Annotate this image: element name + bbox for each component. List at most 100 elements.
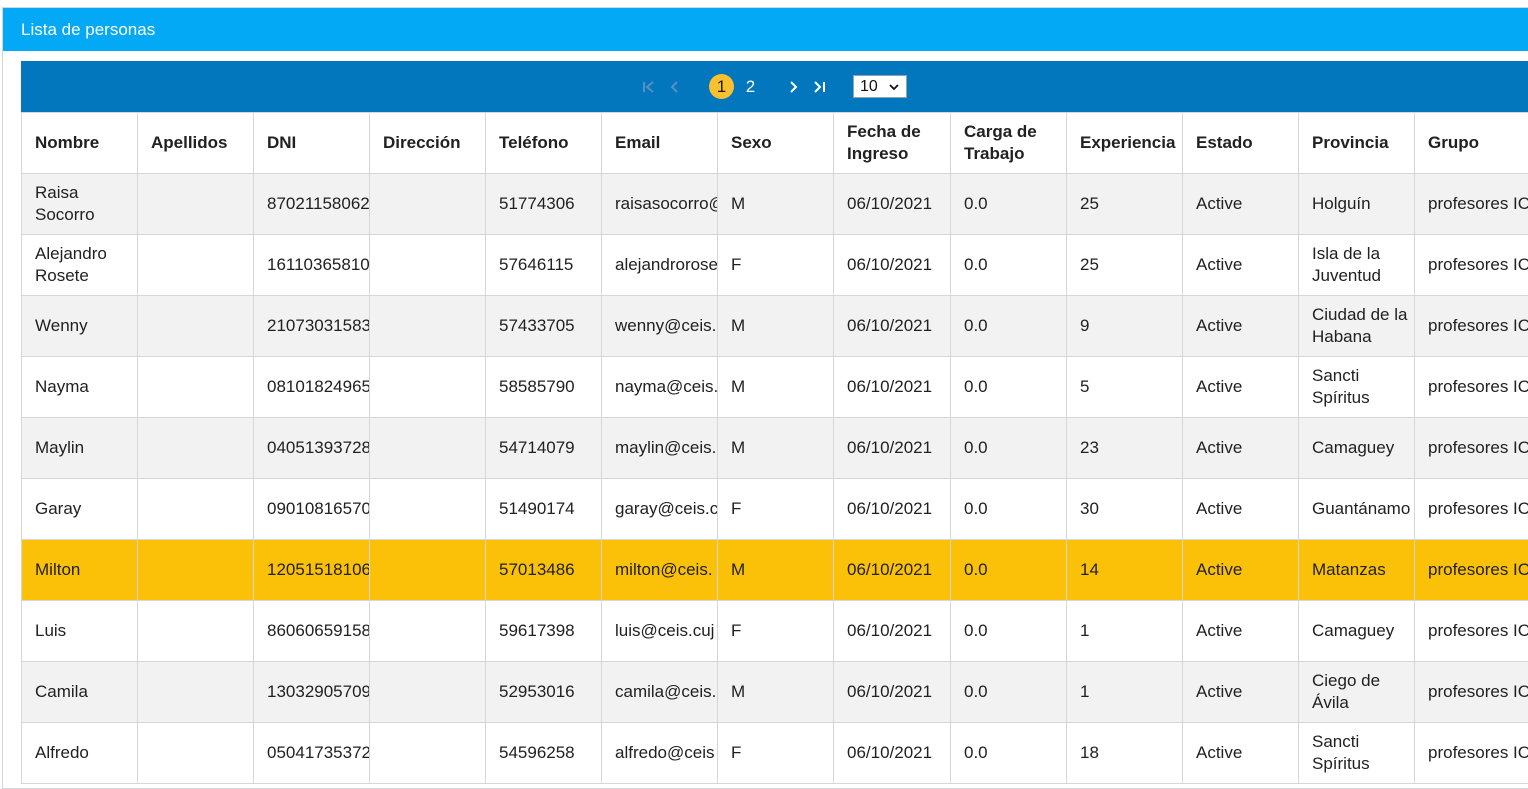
table-cell-telefono: 51774306 <box>486 174 602 235</box>
table-cell-grupo: profesores IC <box>1415 479 1528 540</box>
page-1-button[interactable]: 1 <box>709 74 734 99</box>
table-cell-nombre: Wenny <box>22 296 138 357</box>
table-cell-telefono: 57013486 <box>486 540 602 601</box>
table-cell-fecha: 06/10/2021 <box>834 418 951 479</box>
prev-page-icon[interactable] <box>665 77 685 97</box>
table-cell-dni: 09010816570 <box>254 479 370 540</box>
chevron-down-icon <box>888 82 900 92</box>
column-header[interactable]: DNI <box>254 113 370 174</box>
column-header[interactable]: Experiencia <box>1067 113 1183 174</box>
table-cell-direccion <box>370 479 486 540</box>
table-cell-direccion <box>370 540 486 601</box>
table-row[interactable]: Nayma0810182496558585790nayma@ceis.M06/1… <box>22 357 1528 418</box>
table-cell-estado: Active <box>1183 723 1299 784</box>
table-cell-provincia: Isla de la Juventud <box>1299 235 1415 296</box>
column-header[interactable]: Nombre <box>22 113 138 174</box>
table-cell-sexo: M <box>718 296 834 357</box>
page-2-button[interactable]: 2 <box>738 74 763 99</box>
column-header[interactable]: Teléfono <box>486 113 602 174</box>
table-row[interactable]: Luis8606065915859617398luis@ceis.cujF06/… <box>22 601 1528 662</box>
table-cell-grupo: profesores IC <box>1415 357 1528 418</box>
column-header[interactable]: Sexo <box>718 113 834 174</box>
last-page-icon[interactable] <box>809 77 829 97</box>
table-cell-nombre: Alfredo <box>22 723 138 784</box>
table-cell-estado: Active <box>1183 479 1299 540</box>
table-cell-carga: 0.0 <box>951 296 1067 357</box>
table-cell-estado: Active <box>1183 601 1299 662</box>
table-cell-experiencia: 14 <box>1067 540 1183 601</box>
table-cell-sexo: F <box>718 601 834 662</box>
table-cell-sexo: F <box>718 235 834 296</box>
table-cell-fecha: 06/10/2021 <box>834 479 951 540</box>
table-cell-carga: 0.0 <box>951 174 1067 235</box>
table-cell-carga: 0.0 <box>951 723 1067 784</box>
table-row[interactable]: Alejandro Rosete1611036581057646115aleja… <box>22 235 1528 296</box>
table-cell-grupo: profesores IC <box>1415 235 1528 296</box>
table-cell-provincia: Camaguey <box>1299 418 1415 479</box>
table-cell-apellidos <box>138 662 254 723</box>
table-cell-carga: 0.0 <box>951 418 1067 479</box>
first-page-icon[interactable] <box>639 77 659 97</box>
table-cell-direccion <box>370 601 486 662</box>
table-cell-telefono: 54714079 <box>486 418 602 479</box>
table-header-row: Nombre Apellidos DNI Dirección Teléfono … <box>22 113 1528 174</box>
page-size-select[interactable]: 10 <box>853 75 907 98</box>
table-row[interactable]: Milton1205151810657013486milton@ceis.M06… <box>22 540 1528 601</box>
page-size-value: 10 <box>860 78 878 96</box>
table-cell-estado: Active <box>1183 357 1299 418</box>
table-cell-carga: 0.0 <box>951 540 1067 601</box>
table-cell-nombre: Luis <box>22 601 138 662</box>
table-cell-direccion <box>370 296 486 357</box>
table-cell-direccion <box>370 662 486 723</box>
table-cell-email: alejandrorose <box>602 235 718 296</box>
column-header[interactable]: Apellidos <box>138 113 254 174</box>
table-cell-provincia: Holguín <box>1299 174 1415 235</box>
table-cell-email: camila@ceis. <box>602 662 718 723</box>
table-cell-experiencia: 25 <box>1067 174 1183 235</box>
table-cell-nombre: Nayma <box>22 357 138 418</box>
table-cell-grupo: profesores IC <box>1415 601 1528 662</box>
table-cell-dni: 04051393728 <box>254 418 370 479</box>
table-cell-apellidos <box>138 174 254 235</box>
table-cell-provincia: Camaguey <box>1299 601 1415 662</box>
table-cell-direccion <box>370 723 486 784</box>
table-cell-email: milton@ceis. <box>602 540 718 601</box>
table-cell-carga: 0.0 <box>951 601 1067 662</box>
table-cell-provincia: Matanzas <box>1299 540 1415 601</box>
table-cell-fecha: 06/10/2021 <box>834 540 951 601</box>
table-cell-nombre: Garay <box>22 479 138 540</box>
table-row[interactable]: Wenny2107303158357433705wenny@ceis.M06/1… <box>22 296 1528 357</box>
panel-title: Lista de personas <box>3 8 1528 51</box>
column-header[interactable]: Estado <box>1183 113 1299 174</box>
table-cell-provincia: Sancti Spíritus <box>1299 357 1415 418</box>
table-cell-grupo: profesores IC <box>1415 662 1528 723</box>
table-cell-provincia: Ciudad de la Habana <box>1299 296 1415 357</box>
table-cell-sexo: M <box>718 418 834 479</box>
table-cell-apellidos <box>138 357 254 418</box>
table-row[interactable]: Raisa Socorro8702115806251774306raisasoc… <box>22 174 1528 235</box>
column-header[interactable]: Dirección <box>370 113 486 174</box>
table-cell-estado: Active <box>1183 540 1299 601</box>
table-cell-telefono: 52953016 <box>486 662 602 723</box>
table-cell-apellidos <box>138 296 254 357</box>
table-cell-sexo: F <box>718 479 834 540</box>
table-cell-estado: Active <box>1183 662 1299 723</box>
table-cell-experiencia: 1 <box>1067 662 1183 723</box>
next-page-icon[interactable] <box>783 77 803 97</box>
table-row[interactable]: Maylin0405139372854714079maylin@ceis.M06… <box>22 418 1528 479</box>
table-cell-telefono: 58585790 <box>486 357 602 418</box>
table-row[interactable]: Alfredo0504173537254596258alfredo@ceisF0… <box>22 723 1528 784</box>
table-cell-grupo: profesores IC <box>1415 723 1528 784</box>
column-header[interactable]: Email <box>602 113 718 174</box>
column-header[interactable]: Grupo <box>1415 113 1528 174</box>
table-row[interactable]: Camila1303290570952953016camila@ceis.M06… <box>22 662 1528 723</box>
table-cell-grupo: profesores IC <box>1415 418 1528 479</box>
table-cell-telefono: 57646115 <box>486 235 602 296</box>
table-row[interactable]: Garay0901081657051490174garay@ceis.cF06/… <box>22 479 1528 540</box>
table-cell-estado: Active <box>1183 174 1299 235</box>
column-header[interactable]: Provincia <box>1299 113 1415 174</box>
table-cell-nombre: Raisa Socorro <box>22 174 138 235</box>
table-cell-dni: 87021158062 <box>254 174 370 235</box>
column-header[interactable]: Carga de Trabajo <box>951 113 1067 174</box>
column-header[interactable]: Fecha de Ingreso <box>834 113 951 174</box>
